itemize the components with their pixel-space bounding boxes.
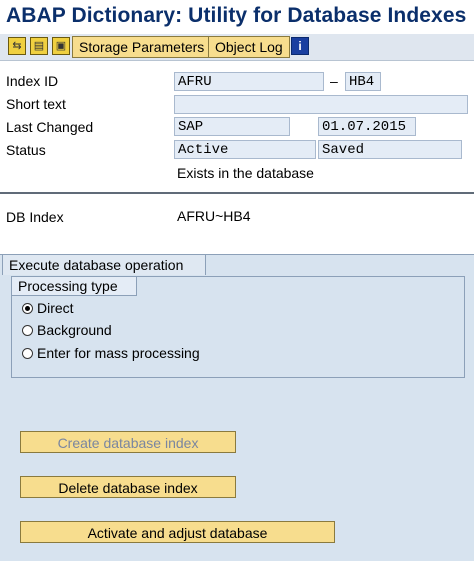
status-label: Status — [6, 142, 46, 158]
radio-background-icon[interactable] — [22, 325, 33, 336]
status-saved-field: Saved — [318, 140, 462, 159]
radio-background[interactable]: Background — [22, 321, 112, 339]
index-id-name-field[interactable]: HB4 — [345, 72, 381, 91]
window-title: ABAP Dictionary: Utility for Database In… — [6, 4, 467, 27]
last-changed-user-field: SAP — [174, 117, 290, 136]
processing-type-label: Processing type — [12, 277, 137, 296]
radio-mass-processing-label: Enter for mass processing — [37, 345, 200, 361]
application-toolbar: ⇆ ▤ ▣ Storage Parameters Object Log i — [0, 34, 474, 61]
storage-parameters-button[interactable]: Storage Parameters — [72, 36, 212, 58]
radio-mass-processing[interactable]: Enter for mass processing — [22, 344, 200, 362]
object-log-button[interactable]: Object Log — [208, 36, 290, 58]
short-text-label: Short text — [6, 96, 66, 112]
short-text-field[interactable] — [174, 95, 468, 114]
info-icon[interactable]: i — [291, 37, 309, 55]
radio-background-label: Background — [37, 322, 112, 338]
delete-database-index-button[interactable]: Delete database index — [20, 476, 236, 498]
radio-direct-label: Direct — [37, 300, 74, 316]
last-changed-label: Last Changed — [6, 119, 94, 135]
choose-icon[interactable]: ⇆ — [8, 37, 26, 55]
db-index-value: AFRU~HB4 — [177, 208, 251, 224]
index-id-label: Index ID — [6, 73, 59, 89]
activate-adjust-database-button[interactable]: Activate and adjust database — [20, 521, 335, 543]
execute-tab[interactable]: Execute database operation — [2, 254, 207, 275]
print-icon[interactable]: ▣ — [52, 37, 70, 55]
status-field: Active — [174, 140, 316, 159]
radio-direct-icon[interactable] — [22, 303, 33, 314]
index-id-table-field[interactable]: AFRU — [174, 72, 324, 91]
radio-mass-processing-icon[interactable] — [22, 348, 33, 359]
document-icon[interactable]: ▤ — [30, 37, 48, 55]
create-database-index-button[interactable]: Create database index — [20, 431, 236, 453]
status-note: Exists in the database — [177, 165, 314, 181]
section-divider — [0, 192, 474, 194]
index-id-separator: – — [330, 73, 338, 89]
radio-direct[interactable]: Direct — [22, 299, 74, 317]
db-index-label: DB Index — [6, 209, 64, 225]
last-changed-date-field: 01.07.2015 — [318, 117, 416, 136]
title-bar: ABAP Dictionary: Utility for Database In… — [0, 0, 474, 34]
